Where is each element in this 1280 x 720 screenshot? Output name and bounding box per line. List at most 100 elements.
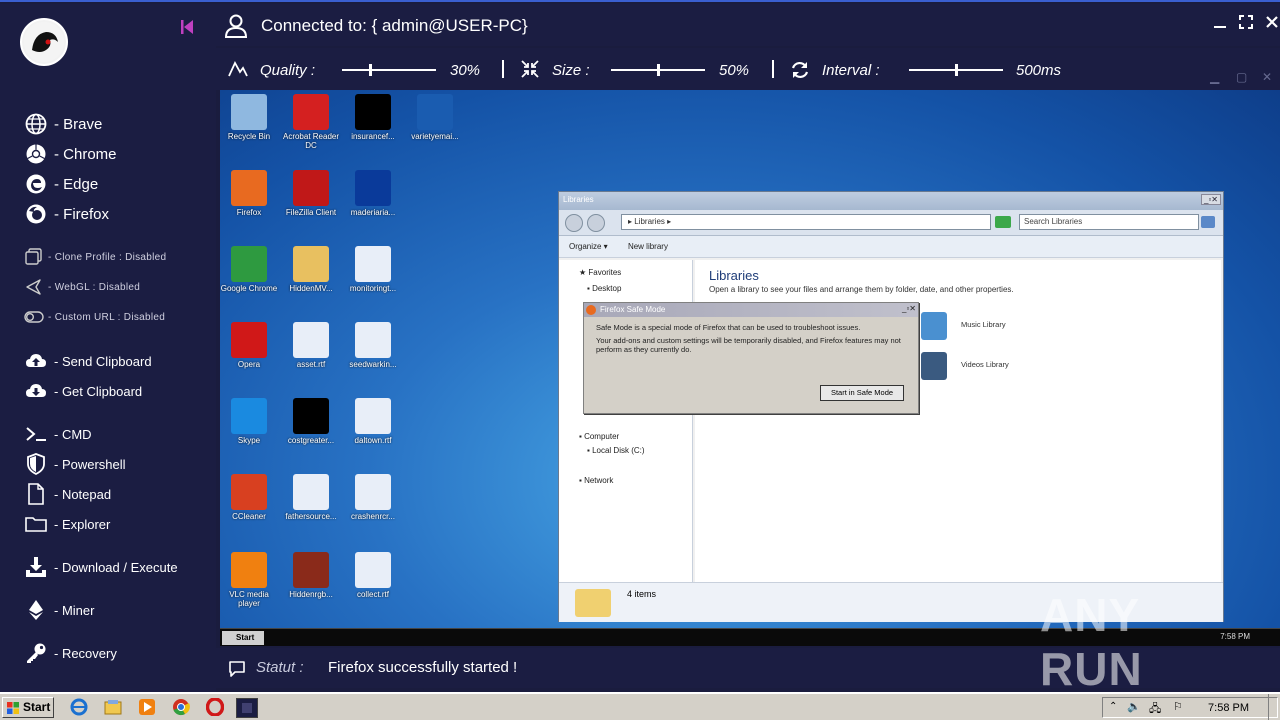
nav-desktop[interactable]: ▪ Desktop: [587, 284, 621, 293]
anyrun-watermark: ANY RUN: [1040, 589, 1143, 695]
chrome-taskbar-icon[interactable]: [172, 698, 192, 718]
start-button[interactable]: Start: [2, 697, 54, 718]
address-bar[interactable]: ▸ Libraries ▸: [621, 214, 991, 230]
desktop-icon[interactable]: maderiaria...: [344, 170, 402, 217]
sidebar-item-label: - Miner: [54, 602, 95, 618]
minimize-button[interactable]: [1210, 14, 1230, 34]
size-slider-thumb[interactable]: [656, 64, 660, 76]
desktop-icon[interactable]: asset.rtf: [282, 322, 340, 369]
desktop-icon[interactable]: Acrobat Reader DC: [282, 94, 340, 150]
forward-button[interactable]: [587, 214, 605, 232]
remote-start-button[interactable]: Start: [222, 631, 264, 645]
explorer-window-controls[interactable]: _▫✕: [1201, 194, 1221, 205]
sidebar-item-send-clipboard[interactable]: - Send Clipboard: [24, 348, 152, 374]
music-library[interactable]: Music Library: [921, 312, 1041, 342]
remote-maximize-icon[interactable]: ▢: [1236, 70, 1247, 84]
desktop-icon-caption: Firefox: [236, 208, 262, 217]
search-input[interactable]: Search Libraries: [1019, 214, 1199, 230]
desktop-icon[interactable]: Opera: [220, 322, 278, 369]
desktop-icon-caption: asset.rtf: [296, 360, 326, 369]
desktop-icon[interactable]: fathersource...: [282, 474, 340, 521]
start-safe-mode-button[interactable]: Start in Safe Mode: [820, 385, 904, 401]
remote-desktop-view[interactable]: Recycle Bin Acrobat Reader DC insurancef..…: [220, 90, 1280, 646]
size-slider[interactable]: [611, 64, 705, 76]
interval-slider[interactable]: [909, 64, 1003, 76]
sidebar-item-custom-url[interactable]: - Custom URL : Disabled: [24, 304, 165, 330]
sidebar-item-webgl[interactable]: - WebGL : Disabled: [24, 274, 140, 300]
search-icon[interactable]: [1201, 216, 1215, 228]
desktop-icon[interactable]: crashenrcr...: [344, 474, 402, 521]
desktop-icon[interactable]: FileZilla Client: [282, 170, 340, 217]
interval-slider-thumb[interactable]: [954, 64, 958, 76]
desktop-icon-caption: fathersource...: [285, 512, 337, 521]
desktop-icon[interactable]: collect.rtf: [344, 552, 402, 599]
desktop-icon[interactable]: costgreater...: [282, 398, 340, 445]
videos-library[interactable]: Videos Library: [921, 352, 1041, 382]
sidebar-item-brave[interactable]: - Brave: [24, 111, 102, 137]
sidebar-item-get-clipboard[interactable]: - Get Clipboard: [24, 378, 142, 404]
sidebar-item-clone-profile[interactable]: - Clone Profile : Disabled: [24, 244, 166, 270]
desktop-icon[interactable]: CCleaner: [220, 474, 278, 521]
safe-mode-dialog[interactable]: Firefox Safe Mode _▫✕ Safe Mode is a spe…: [583, 302, 919, 414]
desktop-icon[interactable]: Google Chrome: [220, 246, 278, 293]
sidebar-item-miner[interactable]: - Miner: [24, 597, 94, 623]
desktop-icon[interactable]: insurancef...: [344, 94, 402, 141]
explorer-icon[interactable]: [104, 698, 124, 718]
sidebar-item-label: - Get Clipboard: [54, 383, 143, 399]
media-player-icon[interactable]: [138, 698, 158, 718]
close-button[interactable]: [1262, 14, 1280, 34]
opera-taskbar-icon[interactable]: [205, 697, 226, 718]
sidebar-item-chrome[interactable]: - Chrome: [24, 141, 117, 167]
desktop-icon-caption: Opera: [237, 360, 261, 369]
sidebar-item-explorer[interactable]: - Explorer: [24, 511, 110, 537]
dialog-title: Firefox Safe Mode: [584, 303, 918, 317]
desktop-icon[interactable]: Recycle Bin: [220, 94, 278, 141]
sidebar-item-recovery[interactable]: - Recovery: [24, 640, 117, 666]
quality-slider[interactable]: [342, 64, 436, 76]
back-button[interactable]: [565, 214, 583, 232]
desktop-icon[interactable]: Firefox: [220, 170, 278, 217]
nav-local-disk[interactable]: ▪ Local Disk (C:): [587, 446, 645, 455]
desktop-icon[interactable]: varietyemai...: [406, 94, 464, 141]
sidebar-item-cmd[interactable]: - CMD: [24, 421, 92, 447]
sidebar-item-label: - CMD: [54, 426, 92, 442]
desktop-icon[interactable]: VLC media player: [220, 552, 278, 608]
desktop-icon[interactable]: daltown.rtf: [344, 398, 402, 445]
sidebar-item-firefox[interactable]: - Firefox: [24, 201, 109, 227]
sidebar-item-notepad[interactable]: - Notepad: [24, 481, 111, 507]
nav-network[interactable]: ▪ Network: [579, 476, 613, 485]
volume-icon[interactable]: 🔈: [1127, 700, 1141, 713]
desktop-icon-caption: daltown.rtf: [354, 436, 392, 445]
quality-slider-thumb[interactable]: [368, 64, 372, 76]
system-tray: ⌃ 🔈 🖧 ⚐ 7:58 PM: [1102, 697, 1278, 718]
sidebar-item-label: - Explorer: [54, 516, 111, 532]
ie-icon[interactable]: [70, 698, 90, 718]
desktop-icon-caption: Skype: [237, 436, 261, 445]
sidebar-item-download-execute[interactable]: - Download / Execute: [24, 554, 178, 580]
go-icon[interactable]: [995, 216, 1011, 228]
nav-computer[interactable]: ▪ Computer: [579, 432, 619, 441]
desktop-icon-caption: HiddenMV...: [289, 284, 333, 293]
dialog-window-controls[interactable]: _▫✕: [902, 304, 916, 313]
nav-favorites[interactable]: ★ Favorites: [579, 268, 621, 277]
desktop-icon[interactable]: Skype: [220, 398, 278, 445]
flag-icon[interactable]: ⚐: [1173, 700, 1183, 713]
sidebar-item-edge[interactable]: - Edge: [24, 171, 98, 197]
desktop-icon-image: [231, 322, 267, 358]
desktop-icon[interactable]: monitoringt...: [344, 246, 402, 293]
host-clock: 7:58 PM: [1208, 702, 1249, 714]
desktop-icon[interactable]: Hiddenrgb...: [282, 552, 340, 599]
hvnc-taskbar-icon[interactable]: [236, 698, 258, 718]
remote-minimize-icon[interactable]: ▁: [1210, 70, 1219, 84]
collapse-sidebar-icon[interactable]: [181, 20, 193, 36]
remote-close-icon[interactable]: ✕: [1262, 70, 1272, 84]
show-desktop-button[interactable]: [1268, 694, 1280, 720]
tray-expand-icon[interactable]: ⌃: [1109, 701, 1117, 712]
desktop-icon[interactable]: seedwarkin...: [344, 322, 402, 369]
new-library-button[interactable]: New library: [628, 242, 668, 251]
network-icon[interactable]: 🖧: [1149, 700, 1161, 719]
desktop-icon[interactable]: HiddenMV...: [282, 246, 340, 293]
sidebar-item-powershell[interactable]: - Powershell: [24, 451, 126, 477]
organize-button[interactable]: Organize ▾: [569, 242, 608, 251]
maximize-button[interactable]: [1236, 14, 1256, 34]
